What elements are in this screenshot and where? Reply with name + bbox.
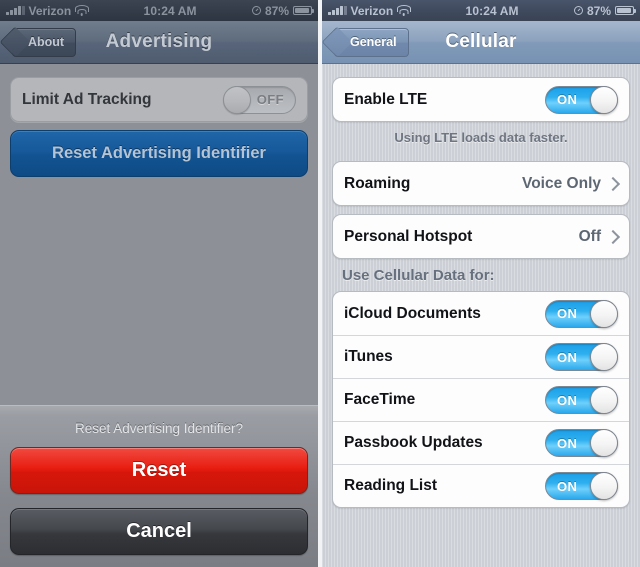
icloud-documents-switch[interactable]: ON xyxy=(545,299,618,328)
row-value: Voice Only xyxy=(522,174,601,192)
row-label: Reading List xyxy=(344,477,438,494)
back-button-label: General xyxy=(350,35,397,49)
itunes-switch[interactable]: ON xyxy=(545,343,618,371)
switch-state-label: ON xyxy=(557,435,578,451)
row-enable-lte[interactable]: Enable LTE ON xyxy=(333,78,629,121)
facetime-switch[interactable]: ON xyxy=(545,386,618,414)
passbook-updates-switch[interactable]: ON xyxy=(545,429,618,457)
roaming-group: Roaming Voice Only xyxy=(332,161,630,206)
row-label: Enable LTE xyxy=(344,90,428,108)
status-time: 10:24 AM xyxy=(465,3,519,18)
back-button-about[interactable]: About xyxy=(12,27,77,57)
row-reading-list[interactable]: Reading List ON xyxy=(333,464,629,507)
row-label: Passbook Updates xyxy=(344,434,483,451)
row-roaming[interactable]: Roaming Voice Only xyxy=(333,162,629,205)
battery-icon xyxy=(293,6,314,15)
dual-screenshot-stage: Verizon 10:24 AM 87% About Advertising L… xyxy=(0,0,640,567)
row-label: iTunes xyxy=(344,348,393,365)
right-nav-bar: General Cellular xyxy=(322,21,640,64)
switch-knob xyxy=(590,85,618,114)
switch-state-label: ON xyxy=(557,478,578,494)
row-right: Voice Only xyxy=(522,174,621,193)
switch-state-label: OFF xyxy=(256,92,284,107)
signal-bars-icon xyxy=(6,6,25,15)
cancel-button-label: Cancel xyxy=(126,520,192,542)
reset-button[interactable]: Reset xyxy=(10,447,308,494)
row-label: Personal Hotspot xyxy=(344,227,473,245)
alarm-clock-icon xyxy=(251,6,261,15)
personal-hotspot-group: Personal Hotspot Off xyxy=(332,214,630,259)
switch-knob xyxy=(590,299,618,328)
right-status-bar: Verizon 10:24 AM 87% xyxy=(322,0,640,21)
limit-ad-tracking-group: Limit Ad Tracking OFF xyxy=(10,77,308,122)
switch-knob xyxy=(590,343,618,371)
action-sheet-title: Reset Advertising Identifier? xyxy=(74,421,244,436)
carrier-label: Verizon xyxy=(28,3,72,18)
right-phone-screen: Verizon 10:24 AM 87% General Cellular En… xyxy=(322,0,640,567)
lte-footnote: Using LTE loads data faster. xyxy=(394,130,568,145)
battery-icon xyxy=(615,6,636,15)
button-label: Reset Advertising Identifier xyxy=(52,144,266,162)
switch-knob xyxy=(590,429,618,457)
enable-lte-switch[interactable]: ON xyxy=(545,85,618,114)
row-facetime[interactable]: FaceTime ON xyxy=(333,378,629,421)
cancel-button[interactable]: Cancel xyxy=(10,508,308,555)
limit-ad-tracking-switch[interactable]: OFF xyxy=(223,85,296,114)
row-right: Off xyxy=(578,227,621,246)
wifi-icon xyxy=(396,5,411,16)
switch-knob xyxy=(223,85,251,114)
switch-knob xyxy=(590,472,618,500)
chevron-right-icon xyxy=(605,229,621,244)
switch-state-label: ON xyxy=(557,349,578,365)
left-phone-screen: Verizon 10:24 AM 87% About Advertising L… xyxy=(0,0,318,567)
switch-state-label: ON xyxy=(557,92,578,107)
cellular-data-section-header: Use Cellular Data for: xyxy=(342,267,495,284)
right-content-area: Enable LTE ON Using LTE loads data faste… xyxy=(322,64,640,567)
reset-action-sheet: Reset Advertising Identifier? Reset Canc… xyxy=(0,405,318,567)
back-button-general[interactable]: General xyxy=(334,27,409,57)
left-status-bar: Verizon 10:24 AM 87% xyxy=(0,0,318,21)
row-label: Limit Ad Tracking xyxy=(22,90,152,108)
row-itunes[interactable]: iTunes ON xyxy=(333,335,629,378)
row-icloud-documents[interactable]: iCloud Documents ON xyxy=(333,292,629,335)
switch-state-label: ON xyxy=(557,306,578,321)
left-status-right: 87% xyxy=(251,3,314,18)
row-value: Off xyxy=(578,227,601,245)
right-status-left: Verizon xyxy=(328,3,411,18)
back-button-label: About xyxy=(28,35,65,49)
signal-bars-icon xyxy=(328,6,347,15)
chevron-right-icon xyxy=(605,176,621,191)
wifi-icon xyxy=(74,5,89,16)
reset-advertising-identifier-button[interactable]: Reset Advertising Identifier xyxy=(10,130,308,177)
left-nav-bar: About Advertising xyxy=(0,21,318,64)
row-label: FaceTime xyxy=(344,391,416,408)
reset-button-label: Reset xyxy=(131,459,187,481)
cellular-data-group: iCloud Documents ON iTunes ON FaceTime O… xyxy=(332,291,630,508)
switch-knob xyxy=(590,386,618,414)
battery-percent-label: 87% xyxy=(264,3,289,18)
row-label: iCloud Documents xyxy=(344,304,481,322)
row-limit-ad-tracking[interactable]: Limit Ad Tracking OFF xyxy=(11,78,307,121)
alarm-clock-icon xyxy=(573,6,583,15)
right-status-right: 87% xyxy=(573,3,636,18)
left-status-left: Verizon xyxy=(6,3,89,18)
status-time: 10:24 AM xyxy=(143,3,197,18)
row-label: Roaming xyxy=(344,174,411,192)
switch-state-label: ON xyxy=(557,392,578,408)
enable-lte-group: Enable LTE ON xyxy=(332,77,630,122)
battery-percent-label: 87% xyxy=(586,3,611,18)
carrier-label: Verizon xyxy=(350,3,394,18)
row-passbook-updates[interactable]: Passbook Updates ON xyxy=(333,421,629,464)
reading-list-switch[interactable]: ON xyxy=(545,472,618,500)
row-personal-hotspot[interactable]: Personal Hotspot Off xyxy=(333,215,629,258)
